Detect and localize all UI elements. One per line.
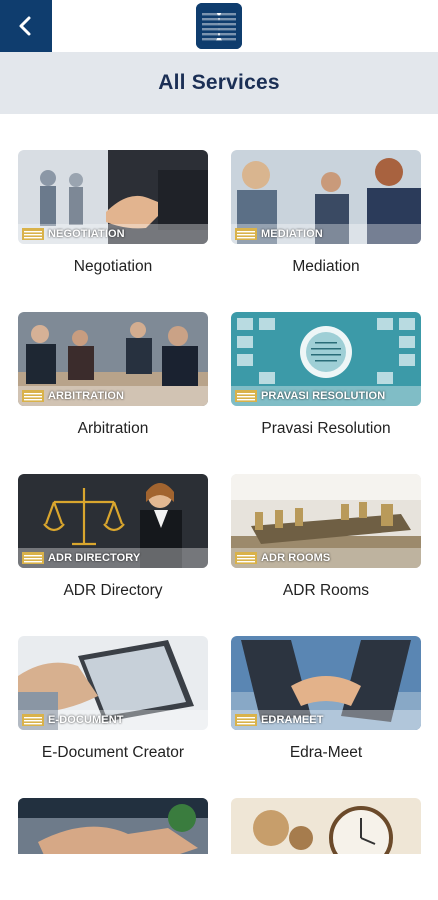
chevron-left-icon <box>19 16 31 36</box>
service-label: Negotiation <box>73 258 153 275</box>
service-adr-directory[interactable]: ADR DIRECTORY ADR Directory <box>18 474 208 600</box>
service-label: Arbitration <box>77 420 149 437</box>
service-banner: PRAVASI RESOLUTION <box>231 386 421 406</box>
service-label: Pravasi Resolution <box>261 420 391 437</box>
service-adr-rooms[interactable]: ADR ROOMS ADR Rooms <box>231 474 421 600</box>
service-label: Edra-Meet <box>289 744 363 761</box>
banner-text: NEGOTIATION <box>48 228 125 240</box>
edra-meet-image: EDRAMEET <box>231 636 421 730</box>
arbitration-image: ARBITRATION <box>18 312 208 406</box>
service-banner: ARBITRATION <box>18 386 208 406</box>
service-tile-partial-2[interactable] <box>231 798 421 854</box>
mediation-image: MEDIATION <box>231 150 421 244</box>
banner-text: ADR DIRECTORY <box>48 552 141 564</box>
title-bar: All Services <box>0 52 438 114</box>
pravasi-resolution-image: PRAVASI RESOLUTION <box>231 312 421 406</box>
adr-rooms-image: ADR ROOMS <box>231 474 421 568</box>
service-edra-meet[interactable]: EDRAMEET Edra-Meet <box>231 636 421 762</box>
service-label: E-Document Creator <box>41 744 185 761</box>
adr-directory-image: ADR DIRECTORY <box>18 474 208 568</box>
back-button[interactable] <box>0 0 52 52</box>
top-bar <box>0 0 438 52</box>
e-document-image: E-DOCUMENT <box>18 636 208 730</box>
banner-text: EDRAMEET <box>261 714 324 726</box>
service-banner: E-DOCUMENT <box>18 710 208 730</box>
service-arbitration[interactable]: ARBITRATION Arbitration <box>18 312 208 438</box>
service-banner: ADR ROOMS <box>231 548 421 568</box>
service-banner: ADR DIRECTORY <box>18 548 208 568</box>
service-e-document-creator[interactable]: E-DOCUMENT E-Document Creator <box>18 636 208 762</box>
banner-text: ARBITRATION <box>48 390 125 402</box>
service-mediation[interactable]: MEDIATION Mediation <box>231 150 421 276</box>
service-pravasi-resolution[interactable]: PRAVASI RESOLUTION Pravasi Resolution <box>231 312 421 438</box>
service-label: ADR Rooms <box>282 582 370 599</box>
banner-text: PRAVASI RESOLUTION <box>261 390 386 402</box>
banner-text: ADR ROOMS <box>261 552 331 564</box>
page-title: All Services <box>158 71 280 94</box>
service-tile-partial-1[interactable] <box>18 798 208 854</box>
service-image-partial-2 <box>231 798 421 854</box>
negotiation-image: NEGOTIATION <box>18 150 208 244</box>
service-banner: NEGOTIATION <box>18 224 208 244</box>
service-label: ADR Directory <box>63 582 163 599</box>
app-logo <box>196 3 242 49</box>
service-image-partial-1 <box>18 798 208 854</box>
service-label: Mediation <box>292 258 360 275</box>
service-banner: MEDIATION <box>231 224 421 244</box>
banner-text: E-DOCUMENT <box>48 714 124 726</box>
service-negotiation[interactable]: NEGOTIATION Negotiation <box>18 150 208 276</box>
service-banner: EDRAMEET <box>231 710 421 730</box>
banner-text: MEDIATION <box>261 228 323 240</box>
